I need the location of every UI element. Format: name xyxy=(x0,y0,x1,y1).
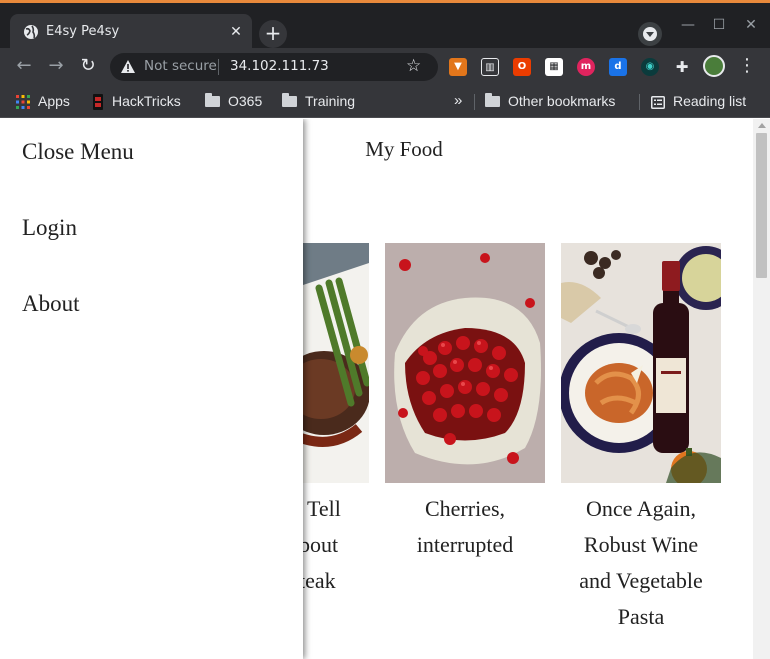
tab-close-icon[interactable]: ✕ xyxy=(226,22,246,42)
bookmark-training[interactable]: Training xyxy=(282,92,355,112)
reload-icon[interactable]: ↻ xyxy=(76,54,100,78)
puzzle-extensions-icon[interactable]: ✚ xyxy=(673,58,691,76)
side-menu: Close Menu Login About xyxy=(0,119,303,659)
other-bookmarks[interactable]: Other bookmarks xyxy=(485,92,615,112)
card-title-line: interrupted xyxy=(416,532,514,557)
card-title-cherries[interactable]: Cherries, interrupted xyxy=(385,491,545,563)
card-title-line: and Vegetable xyxy=(579,568,703,593)
bookmark-star-icon[interactable]: ☆ xyxy=(406,56,421,76)
card-title-line: Once Again, xyxy=(586,496,696,521)
card-image-cherries[interactable] xyxy=(385,243,545,483)
close-menu-link[interactable]: Close Menu xyxy=(22,139,134,165)
card-title-wine-pasta[interactable]: Once Again, Robust Wine and Vegetable Pa… xyxy=(554,491,728,635)
page-content: My Food Tell bout teak Cherries, interru… xyxy=(0,119,753,659)
bookmark-label: Apps xyxy=(38,93,70,109)
other-bookmarks-label: Other bookmarks xyxy=(508,93,616,109)
browser-toolbar: ← → ↻ Not secure 34.102.111.73 ☆ ▼ ▥ O ▦… xyxy=(0,48,770,85)
apps-grid-icon xyxy=(16,95,30,110)
url-text[interactable]: 34.102.111.73 xyxy=(230,58,329,74)
card-title-line: Cherries, xyxy=(424,496,506,521)
teal-extension-icon[interactable]: ◉ xyxy=(641,58,659,76)
page-scrollbar[interactable] xyxy=(753,119,770,659)
scroll-up-arrow-icon[interactable] xyxy=(758,123,766,128)
bookmark-o365[interactable]: O365 xyxy=(205,92,262,112)
office-extension-icon[interactable]: O xyxy=(513,58,531,76)
reading-list[interactable]: Reading list xyxy=(651,92,746,112)
address-divider xyxy=(218,59,219,75)
security-label[interactable]: Not secure xyxy=(144,58,217,74)
scrollbar-thumb[interactable] xyxy=(756,133,767,278)
tab-title: E4sy Pe4sy xyxy=(46,24,120,39)
bookmarks-divider xyxy=(639,94,640,110)
cherries-cloth-photo xyxy=(385,243,545,483)
site-title[interactable]: My Food xyxy=(340,137,468,162)
tab-search-button[interactable] xyxy=(638,22,662,46)
reading-list-icon xyxy=(651,95,665,109)
more-menu-icon[interactable]: ⋮ xyxy=(738,55,756,77)
d-extension-icon[interactable]: d xyxy=(609,58,627,76)
folder-icon xyxy=(282,92,297,107)
archive-extension-icon[interactable]: ▥ xyxy=(481,58,499,76)
address-bar[interactable]: Not secure 34.102.111.73 ☆ xyxy=(110,53,438,81)
card-image-wine-pasta[interactable] xyxy=(561,243,721,483)
bookmarks-overflow-button[interactable]: » xyxy=(454,92,462,112)
bookmark-hacktricks[interactable]: HackTricks xyxy=(92,92,181,112)
chevron-down-icon xyxy=(643,27,657,41)
hacktricks-icon xyxy=(93,94,103,111)
metamask-extension-icon[interactable]: ▼ xyxy=(449,58,467,76)
m-extension-icon[interactable]: m xyxy=(577,58,595,76)
globe-icon xyxy=(24,25,38,39)
back-arrow-icon[interactable]: ← xyxy=(12,54,36,78)
minimize-window-button[interactable]: — xyxy=(678,15,698,35)
bookmark-apps[interactable]: Apps xyxy=(16,92,70,112)
profile-avatar[interactable] xyxy=(703,55,725,77)
bookmark-label: Training xyxy=(305,93,356,109)
folder-icon xyxy=(485,92,500,107)
browser-tab[interactable]: E4sy Pe4sy ✕ xyxy=(10,14,252,51)
maximize-window-button[interactable]: ☐ xyxy=(709,15,729,35)
reading-list-label: Reading list xyxy=(673,93,747,109)
bookmark-label: HackTricks xyxy=(112,93,181,109)
about-link[interactable]: About xyxy=(22,291,80,317)
new-tab-button[interactable]: + xyxy=(259,20,287,48)
forward-arrow-icon[interactable]: → xyxy=(44,54,68,78)
qr-code-extension-icon[interactable]: ▦ xyxy=(545,58,563,76)
card-title-line: Pasta xyxy=(617,604,665,629)
close-window-button[interactable]: ✕ xyxy=(741,15,761,35)
bookmarks-bar: Apps HackTricks O365 Training » Other bo… xyxy=(0,85,770,118)
login-link[interactable]: Login xyxy=(22,215,77,241)
warning-icon[interactable] xyxy=(120,59,136,75)
wine-pasta-photo xyxy=(561,243,721,483)
folder-icon xyxy=(205,92,220,107)
card-title-line: Robust Wine xyxy=(583,532,699,557)
tab-strip: E4sy Pe4sy ✕ + — ☐ ✕ xyxy=(0,3,770,51)
bookmark-label: O365 xyxy=(228,93,263,109)
bookmarks-divider xyxy=(474,94,475,110)
